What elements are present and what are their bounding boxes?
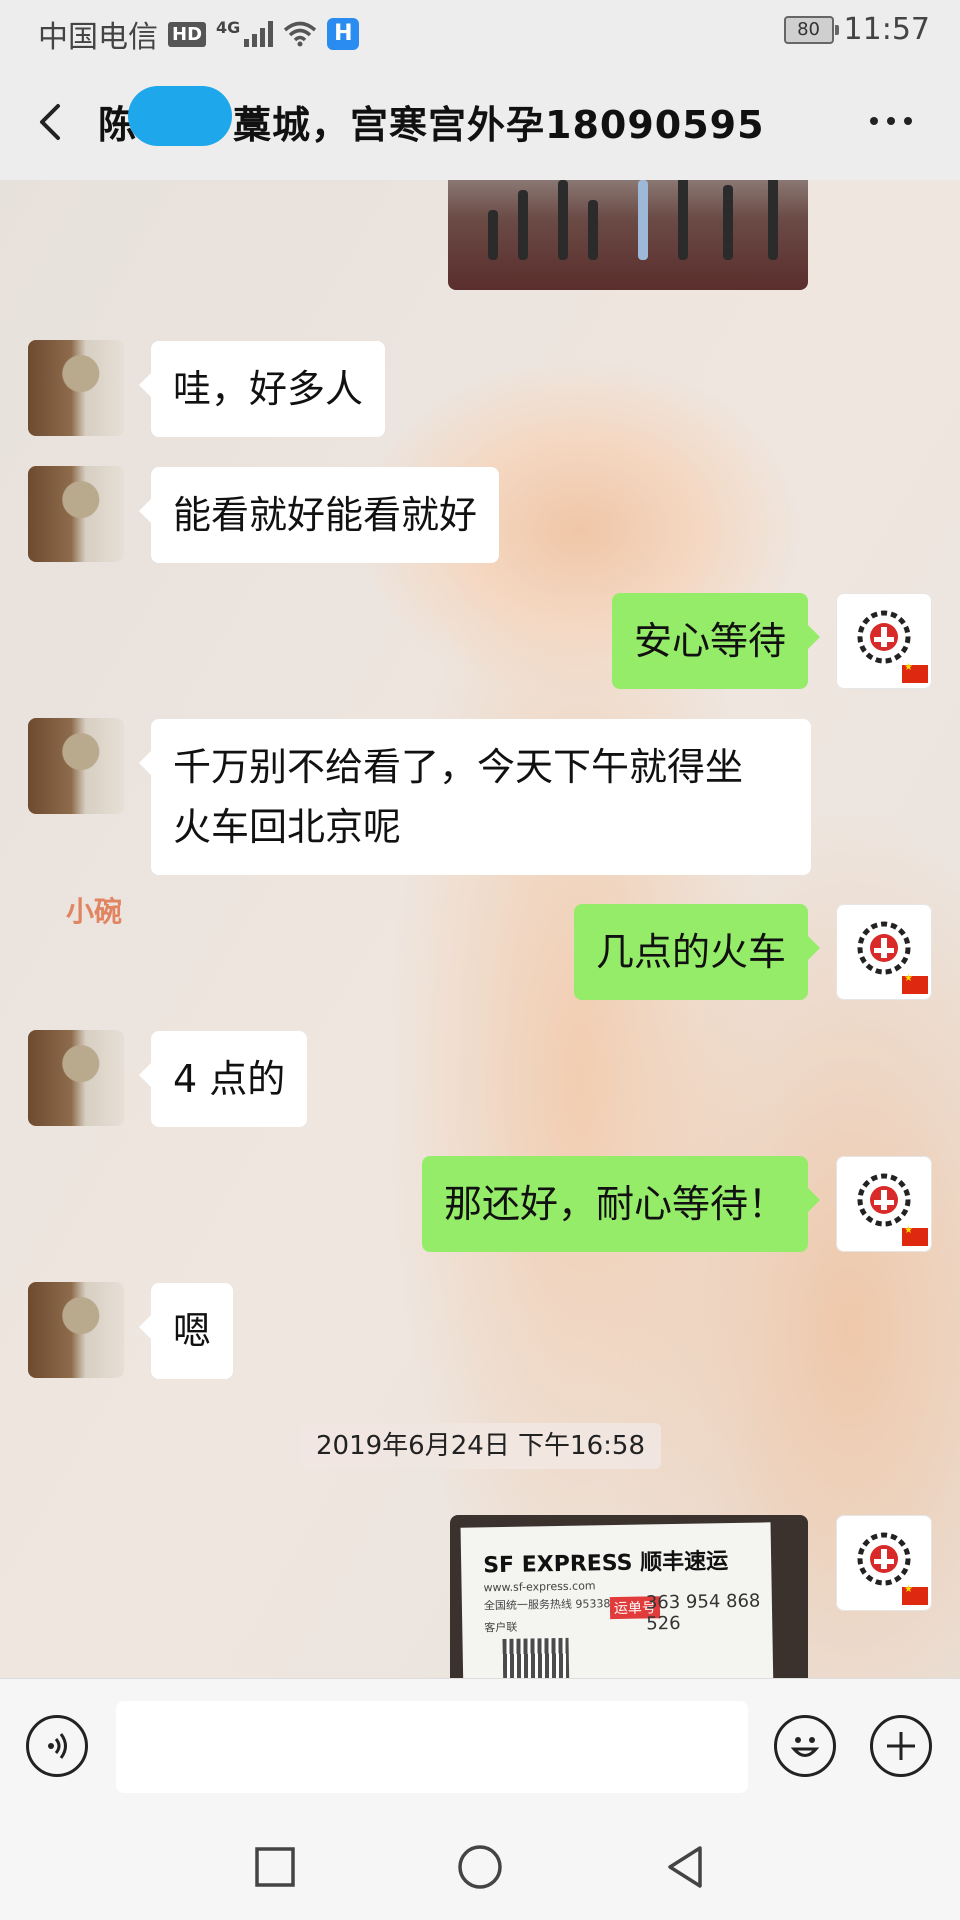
message-bubble-received[interactable]: 能看就好能看就好: [138, 467, 500, 563]
chat-timestamp: 2019年6月24日 下午16:58: [300, 1423, 661, 1469]
wifi-icon: [284, 21, 317, 47]
more-dots-icon: [870, 117, 878, 125]
clock: 11:57: [843, 12, 930, 47]
tracking-number: 363 954 868 526: [645, 1590, 761, 1635]
chat-messages[interactable]: 小碗 哇，好多人 能看就好能看就好 安心等待 千万别不给看了，今天下午就得坐 火…: [0, 180, 960, 1678]
circle-icon: [458, 1845, 502, 1889]
signal-icon: [244, 21, 274, 47]
name-redaction: [128, 86, 232, 146]
flag-icon: [902, 1225, 928, 1246]
battery-level: 80: [797, 18, 820, 40]
copy-label: 客户联: [484, 1620, 518, 1635]
flag-icon: [902, 662, 928, 683]
my-avatar[interactable]: [836, 1156, 932, 1252]
my-avatar[interactable]: [836, 904, 932, 1000]
image-message-crowd[interactable]: [448, 180, 808, 290]
contact-avatar[interactable]: [28, 1282, 124, 1378]
more-options-button[interactable]: [870, 106, 918, 136]
carrier-name: 中国电信: [38, 20, 158, 55]
plus-icon: [887, 1732, 915, 1760]
message-input[interactable]: [116, 1701, 748, 1793]
flag-icon: [902, 1584, 928, 1605]
message-bubble-sent[interactable]: 安心等待: [611, 593, 821, 689]
input-bar: [0, 1678, 960, 1813]
qr-code: [502, 1637, 570, 1678]
contact-avatar[interactable]: [28, 466, 124, 562]
my-avatar[interactable]: [836, 593, 932, 689]
emoji-button[interactable]: [774, 1715, 836, 1777]
sf-url: www.sf-express.com: [483, 1579, 596, 1595]
status-bar: 中国电信 HD 4G H 80 11:57: [0, 0, 960, 64]
sf-logo: SF EXPRESS 顺丰速运: [482, 1549, 729, 1579]
chat-title-suffix: 藁城，宫寒宫外孕18090595: [233, 103, 765, 147]
home-button[interactable]: [455, 1842, 505, 1892]
battery-icon: 80: [783, 15, 839, 44]
message-bubble-received[interactable]: 哇，好多人: [138, 341, 386, 437]
back-button[interactable]: [28, 92, 80, 152]
background-watermark: 小碗: [66, 895, 123, 928]
chat-header: 陈藁城，宫寒宫外孕18090595: [0, 64, 960, 181]
triangle-back-icon: [668, 1846, 702, 1888]
app-notification-icon: H: [327, 18, 360, 50]
emoji-icon: [790, 1737, 820, 1757]
contact-avatar[interactable]: [28, 1030, 124, 1126]
voice-button[interactable]: [26, 1715, 88, 1777]
contact-avatar[interactable]: [28, 340, 124, 436]
square-icon: [255, 1847, 295, 1887]
network-type: 4G: [216, 17, 241, 37]
image-message-sf-express[interactable]: SF EXPRESS 顺丰速运 www.sf-express.com 全国统一服…: [450, 1515, 808, 1678]
message-bubble-sent[interactable]: 几点的火车: [573, 904, 821, 1000]
back-nav-button[interactable]: [660, 1842, 710, 1892]
contact-avatar[interactable]: [28, 718, 124, 814]
message-bubble-received[interactable]: 嗯: [138, 1283, 234, 1379]
recents-button[interactable]: [250, 1842, 300, 1892]
my-avatar[interactable]: [836, 1515, 932, 1611]
message-bubble-received[interactable]: 4 点的: [138, 1031, 308, 1127]
shipping-label: SF EXPRESS 顺丰速运 www.sf-express.com 全国统一服…: [460, 1522, 774, 1678]
voice-icon: [48, 1733, 67, 1759]
sf-hotline: 全国统一服务热线 95338: [483, 1597, 611, 1613]
hd-badge: HD: [168, 21, 207, 47]
message-bubble-received[interactable]: 千万别不给看了，今天下午就得坐 火车回北京呢: [139, 719, 811, 875]
chevron-left-icon: [40, 104, 60, 140]
message-bubble-sent[interactable]: 那还好，耐心等待！: [421, 1156, 821, 1252]
system-nav-bar: [0, 1812, 960, 1920]
more-functions-button[interactable]: [870, 1715, 932, 1777]
flag-icon: [902, 973, 928, 994]
